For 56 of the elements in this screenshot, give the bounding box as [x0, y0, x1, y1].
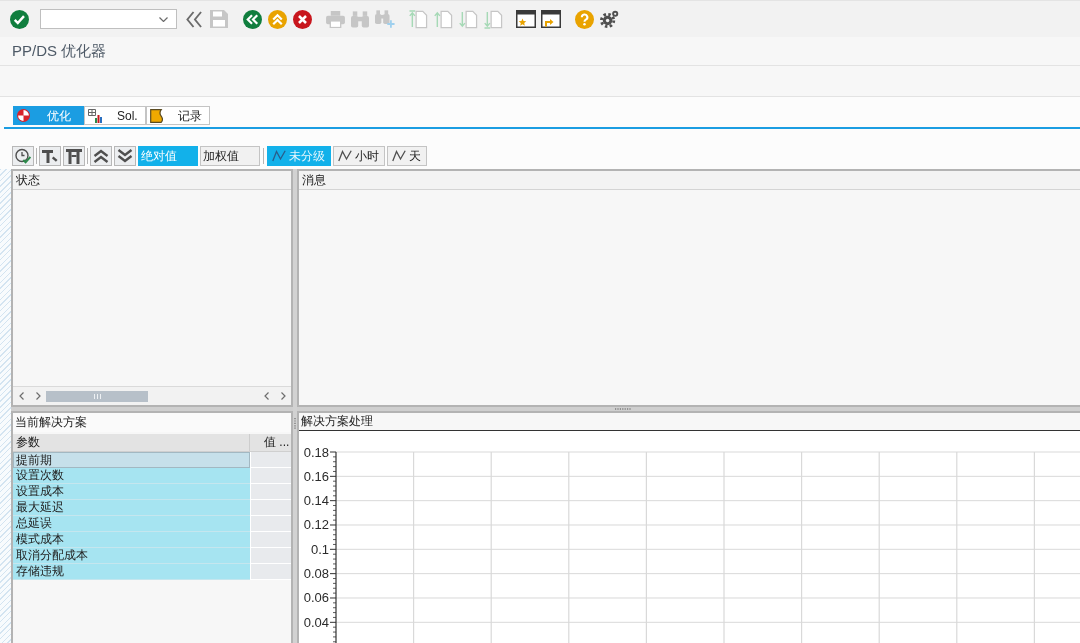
table-tool-button[interactable]: [63, 146, 85, 166]
parameter-cell: 最大延迟: [13, 500, 250, 516]
toggle-button[interactable]: 天: [387, 146, 427, 166]
parameter-cell: 设置次数: [13, 468, 250, 484]
command-field[interactable]: [40, 9, 177, 29]
double-chevron-up-icon: [93, 149, 109, 163]
y-tick-label: 0.08: [303, 566, 329, 582]
y-tick-label: 0.1: [310, 541, 329, 557]
check-icon[interactable]: [9, 9, 29, 29]
column-header[interactable]: 参数: [13, 434, 250, 451]
y-tick-label: 0.14: [303, 493, 329, 509]
quartered-circle-icon: [17, 109, 30, 122]
scrollbar-thumb[interactable]: [46, 390, 148, 402]
parameter-cell: 设置成本: [13, 484, 250, 500]
double-chevron-left-icon[interactable]: [186, 10, 202, 28]
close-icon[interactable]: [292, 9, 312, 29]
t-shape-icon: [42, 148, 58, 164]
document-icon: [149, 108, 163, 123]
column-header[interactable]: 值 ...: [250, 434, 291, 451]
parameter-cell: 提前期: [13, 452, 250, 468]
toggle-button[interactable]: 加权值: [200, 146, 260, 166]
y-tick-label: 0.18: [303, 444, 329, 460]
chevron-left-icon[interactable]: [264, 392, 269, 400]
y-tick-label: 0.12: [303, 517, 329, 533]
grip-icon: [93, 393, 101, 399]
caret-down-icon[interactable]: [159, 16, 168, 22]
frame-icon: [66, 148, 82, 164]
y-tick-label: 0.04: [303, 614, 329, 630]
y-tick-label: 0.16: [303, 468, 329, 484]
parameter-cell: 总延误: [13, 516, 250, 532]
panel-header: 消息: [299, 171, 1080, 190]
chevron-left-icon[interactable]: [19, 392, 24, 400]
grid-chart-icon: [88, 108, 102, 123]
double-chevron-down-icon: [117, 149, 133, 163]
tool-button[interactable]: [39, 146, 61, 166]
tab[interactable]: Sol.: [84, 106, 146, 125]
line-chart-icon: [272, 150, 286, 162]
line-chart-icon: [392, 150, 406, 162]
panel-title: 解决方案处理: [299, 413, 1080, 431]
chevron-right-icon[interactable]: [36, 392, 41, 400]
double-chevron-left-icon[interactable]: [242, 9, 262, 29]
clock-check-icon: [15, 148, 31, 164]
toggle-button[interactable]: 小时: [333, 146, 385, 166]
collapse-all-button[interactable]: [90, 146, 112, 166]
y-tick-label: 0.06: [303, 590, 329, 606]
expand-all-button[interactable]: [114, 146, 136, 166]
parameter-cell: 存储违规: [13, 564, 250, 580]
tab[interactable]: 记录: [145, 106, 210, 125]
page-title: PP/DS 优化器: [12, 40, 107, 61]
settings-icon[interactable]: [599, 9, 619, 29]
line-chart-icon: [338, 150, 352, 162]
parameter-cell: 取消分配成本: [13, 548, 250, 564]
chevron-right-icon[interactable]: [281, 392, 286, 400]
refresh-button[interactable]: [12, 146, 34, 166]
panel-header: 状态: [13, 171, 291, 190]
parameter-cell: 模式成本: [13, 532, 250, 548]
